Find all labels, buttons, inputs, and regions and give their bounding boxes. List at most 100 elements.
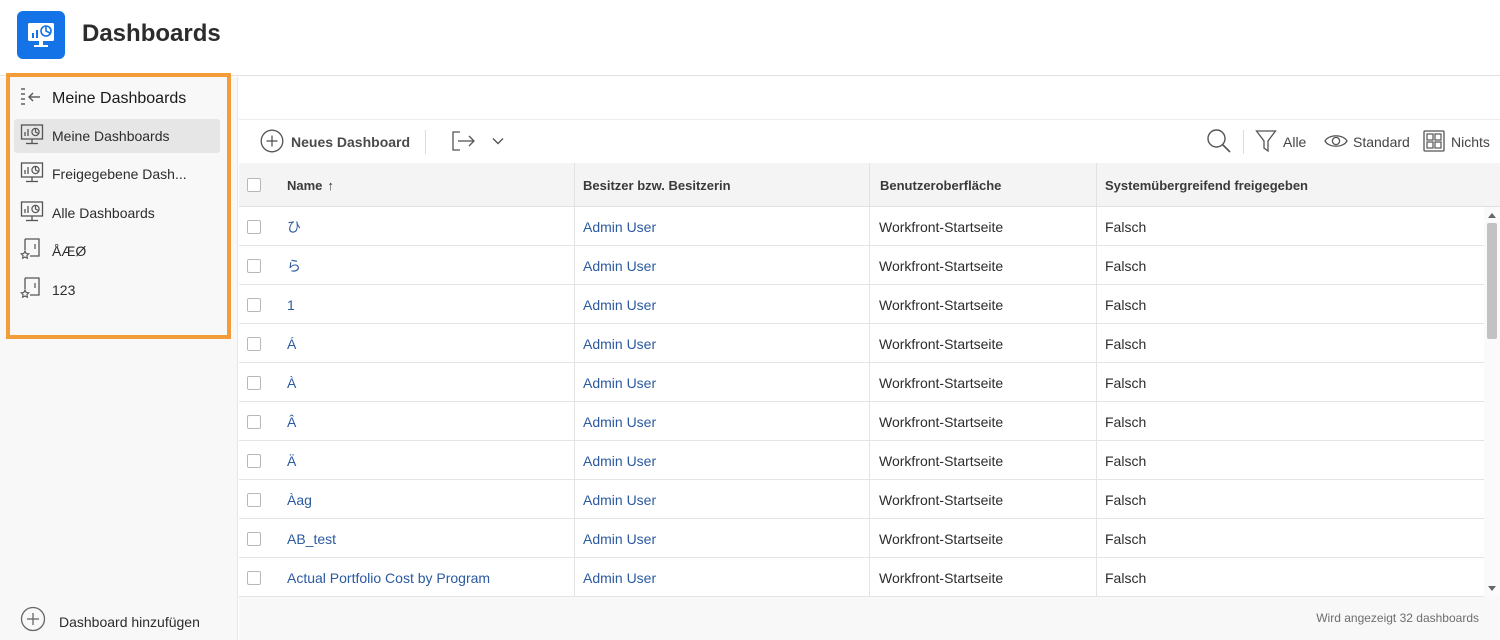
row-checkbox[interactable] [247,480,261,519]
main-content: Neues Dashboard Alle Standard Nichts Nam… [239,77,1500,640]
column-divider [574,163,575,207]
table-row[interactable]: ら Admin User Workfront-Startseite Falsch [239,246,1484,285]
table-row[interactable]: Ä Admin User Workfront-Startseite Falsch [239,441,1484,480]
export-dropdown-button[interactable] [491,120,505,164]
row-checkbox[interactable] [247,558,261,597]
row-checkbox[interactable] [247,519,261,558]
shared-cell: Falsch [1105,491,1147,508]
row-checkbox[interactable] [247,363,261,402]
dashboard-name-link[interactable]: Â [287,402,296,441]
owner-link[interactable]: Admin User [583,324,656,363]
toolbar-divider [1243,130,1244,154]
owner-link[interactable]: Admin User [583,402,656,441]
filter-button[interactable]: Alle [1255,120,1306,164]
scroll-up-arrow[interactable] [1488,213,1496,218]
sidebar: Meine Dashboards Meine Dashboards Freige… [0,73,238,640]
ui-cell: Workfront-Startseite [879,452,1004,469]
sidebar-header[interactable]: Meine Dashboards [20,87,186,111]
column-divider [1096,163,1097,207]
select-all-checkbox[interactable] [247,163,261,207]
dashboard-name-link[interactable]: À [287,363,296,402]
shared-cell: Falsch [1105,296,1147,313]
dashboard-name-link[interactable]: 1 [287,285,295,324]
row-checkbox[interactable] [247,246,261,285]
table-row[interactable]: ひ Admin User Workfront-Startseite Falsch [239,207,1484,246]
row-checkbox[interactable] [247,402,261,441]
scrollbar-thumb[interactable] [1487,223,1497,339]
table-row[interactable]: 1 Admin User Workfront-Startseite Falsch [239,285,1484,324]
sidebar-item-label: Freigegebene Dash... [52,166,187,182]
plus-circle-icon [20,606,46,637]
sidebar-item-label: Meine Dashboards [52,128,170,144]
sort-ascending-icon: ↑ [327,177,334,193]
table-row[interactable]: Á Admin User Workfront-Startseite Falsch [239,324,1484,363]
ui-cell: Workfront-Startseite [879,569,1004,586]
sidebar-item-label: Alle Dashboards [52,205,155,221]
view-label: Standard [1353,134,1410,150]
column-header-name[interactable]: Name ↑ [287,163,334,207]
shared-cell: Falsch [1105,530,1147,547]
dashboard-icon [20,123,44,150]
sidebar-item-meine-dashboards[interactable]: Meine Dashboards [14,119,220,153]
app-header: Dashboards [0,0,1500,76]
table-row[interactable]: AB_test Admin User Workfront-Startseite … [239,519,1484,558]
shared-cell: Falsch [1105,569,1147,586]
owner-link[interactable]: Admin User [583,285,656,324]
row-checkbox[interactable] [247,324,261,363]
dashboard-name-link[interactable]: Á [287,324,296,363]
scroll-down-arrow[interactable] [1488,586,1496,591]
dashboard-name-link[interactable]: ら [287,246,301,285]
column-divider [869,163,870,207]
dashboard-name-link[interactable]: Ä [287,441,296,480]
search-button[interactable] [1206,120,1232,164]
owner-link[interactable]: Admin User [583,363,656,402]
table-body: ひ Admin User Workfront-Startseite Falsch… [239,207,1484,597]
shared-cell: Falsch [1105,218,1147,235]
row-checkbox[interactable] [247,207,261,246]
new-dashboard-button[interactable]: Neues Dashboard [260,120,410,164]
table-row[interactable]: Â Admin User Workfront-Startseite Falsch [239,402,1484,441]
table-row[interactable]: Actual Portfolio Cost by Program Admin U… [239,558,1484,597]
owner-link[interactable]: Admin User [583,441,656,480]
row-checkbox[interactable] [247,441,261,480]
column-header-owner[interactable]: Besitzer bzw. Besitzerin [583,163,731,207]
owner-link[interactable]: Admin User [583,519,656,558]
collapse-panel-icon[interactable] [20,87,42,112]
ui-cell: Workfront-Startseite [879,218,1004,235]
owner-link[interactable]: Admin User [583,558,656,597]
owner-link[interactable]: Admin User [583,246,656,285]
sidebar-item-aeo[interactable]: ÅÆØ [14,234,220,268]
grouping-button[interactable]: Nichts [1423,120,1490,164]
owner-link[interactable]: Admin User [583,480,656,519]
dashboard-name-link[interactable]: Actual Portfolio Cost by Program [287,558,490,597]
shared-cell: Falsch [1105,257,1147,274]
row-checkbox[interactable] [247,285,261,324]
ui-cell: Workfront-Startseite [879,335,1004,352]
dashboard-name-link[interactable]: ひ [287,207,301,246]
dashboard-icon [20,200,44,227]
column-header-shared[interactable]: Systemübergreifend freigegeben [1105,163,1308,207]
shared-cell: Falsch [1105,452,1147,469]
export-button[interactable] [451,120,477,164]
owner-link[interactable]: Admin User [583,207,656,246]
table-footer: Wird angezeigt 32 dashboards [239,597,1500,640]
toolbar-divider [425,130,426,154]
table-row[interactable]: Àag Admin User Workfront-Startseite Fals… [239,480,1484,519]
dashboard-name-link[interactable]: Àag [287,480,312,519]
view-button[interactable]: Standard [1324,120,1410,164]
dashboard-name-link[interactable]: AB_test [287,519,336,558]
sidebar-item-alle-dashboards[interactable]: Alle Dashboards [14,196,220,230]
sidebar-item-label: ÅÆØ [52,243,87,259]
ui-cell: Workfront-Startseite [879,413,1004,430]
ui-cell: Workfront-Startseite [879,374,1004,391]
filter-icon [1255,129,1277,156]
column-header-ui[interactable]: Benutzeroberfläche [880,163,1001,207]
add-dashboard-button[interactable]: Dashboard hinzufügen [20,606,200,637]
table-scrollbar[interactable] [1484,207,1500,597]
table-row[interactable]: À Admin User Workfront-Startseite Falsch [239,363,1484,402]
shared-cell: Falsch [1105,374,1147,391]
result-count: Wird angezeigt 32 dashboards [1316,611,1479,625]
search-icon [1206,128,1232,157]
sidebar-item-freigegebene-dashboards[interactable]: Freigegebene Dash... [14,157,220,191]
sidebar-item-123[interactable]: 123 [14,273,220,307]
